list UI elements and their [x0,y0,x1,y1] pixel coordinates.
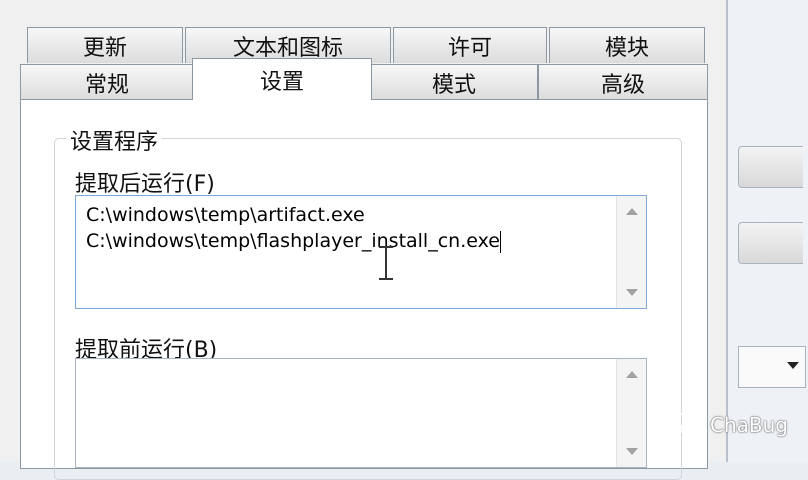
tab-label: 模块 [604,35,649,61]
watermark: ChaBug [668,410,788,440]
tab-label: 许可 [447,35,492,61]
run-after-label: 提取后运行(F) [75,172,215,197]
ibeam-cursor-icon [379,246,393,280]
tab-module[interactable]: 模块 [549,27,705,63]
run-before-scrollbar[interactable] [616,359,646,467]
tab-label: 更新 [82,35,127,61]
textarea-line: C:\windows\temp\flashplayer_install_cn.e… [86,230,500,252]
background-button-2[interactable] [738,222,803,264]
tab-mode[interactable]: 模式 [370,64,538,100]
chevron-down-icon [787,362,799,369]
watermark-text: ChaBug [710,413,788,437]
background-button-1[interactable] [738,146,803,188]
textarea-line: C:\windows\temp\artifact.exe [86,204,365,226]
textarea-line-with-caret: C:\windows\temp\flashplayer_install_cn.e… [86,230,501,253]
tab-label: 常规 [84,72,129,98]
tab-label: 文本和图标 [232,35,343,61]
tab-label: 高级 [600,72,645,98]
tab-license[interactable]: 许可 [393,27,547,63]
run-after-textarea[interactable]: C:\windows\temp\artifact.exe C:\windows\… [75,195,647,309]
tab-general[interactable]: 常规 [20,64,194,100]
scroll-up-arrow-icon[interactable] [626,371,638,378]
tab-label: 设置 [259,69,304,95]
group-title: 设置程序 [66,124,163,156]
sfx-options-dialog: 更新 文本和图标 许可 模块 常规 设置 模式 高级 设置程序 提取后运行(F)… [0,0,728,480]
wechat-icon [669,413,703,437]
run-after-scrollbar[interactable] [616,196,646,308]
run-before-textarea[interactable] [75,358,647,468]
tab-update[interactable]: 更新 [27,27,183,63]
text-caret [499,230,501,253]
scroll-down-arrow-icon[interactable] [626,289,638,296]
scroll-down-arrow-icon[interactable] [626,448,638,455]
tab-advanced[interactable]: 高级 [538,64,708,100]
tab-setup[interactable]: 设置 [192,58,372,100]
scroll-up-arrow-icon[interactable] [626,208,638,215]
background-dropdown[interactable] [738,346,806,388]
tab-label: 模式 [431,72,476,98]
